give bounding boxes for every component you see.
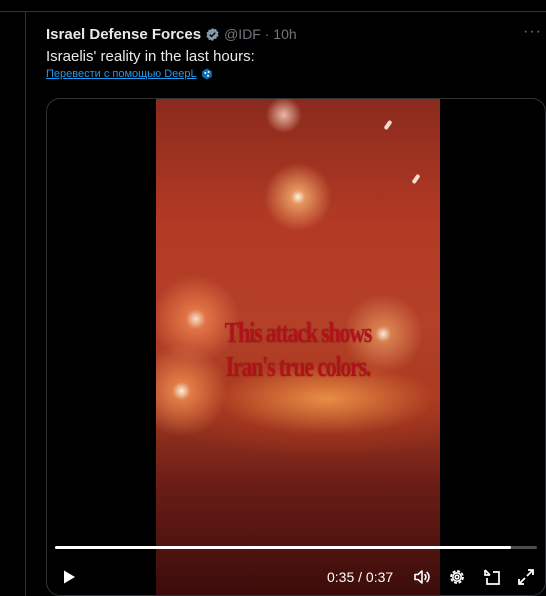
translate-link[interactable]: Перевести с помощью DeepL xyxy=(46,68,213,80)
picture-in-picture-icon[interactable] xyxy=(483,568,501,586)
caption-line: This attack shows xyxy=(224,318,373,349)
video-player[interactable]: This attack shows Iran's true colors. 0:… xyxy=(46,98,546,596)
rocket-streak xyxy=(411,173,421,185)
progress-bar[interactable] xyxy=(55,546,537,549)
video-caption: This attack shows Iran's true colors. xyxy=(187,317,409,385)
fullscreen-icon[interactable] xyxy=(517,568,535,586)
progress-fill xyxy=(55,546,511,549)
caption-line: Iran's true colors. xyxy=(225,352,372,383)
verified-badge-icon xyxy=(206,27,219,41)
settings-icon[interactable] xyxy=(448,568,466,586)
more-icon[interactable]: ··· xyxy=(523,23,542,41)
time-display: 0:35 / 0:37 xyxy=(327,569,394,585)
deepl-icon xyxy=(201,68,212,80)
thread-line xyxy=(25,11,26,596)
top-divider xyxy=(0,11,546,12)
play-icon[interactable] xyxy=(61,569,77,585)
translate-label[interactable]: Перевести с помощью DeepL xyxy=(46,68,197,80)
tweet-header: Israel Defense Forces @IDF · 10h xyxy=(46,24,297,44)
rocket-streak xyxy=(383,119,393,131)
handle-and-time[interactable]: @IDF · 10h xyxy=(224,26,297,42)
volume-icon[interactable] xyxy=(413,568,431,586)
tweet-text: Israelis' reality in the last hours: xyxy=(46,48,255,65)
author-name[interactable]: Israel Defense Forces xyxy=(46,26,201,43)
